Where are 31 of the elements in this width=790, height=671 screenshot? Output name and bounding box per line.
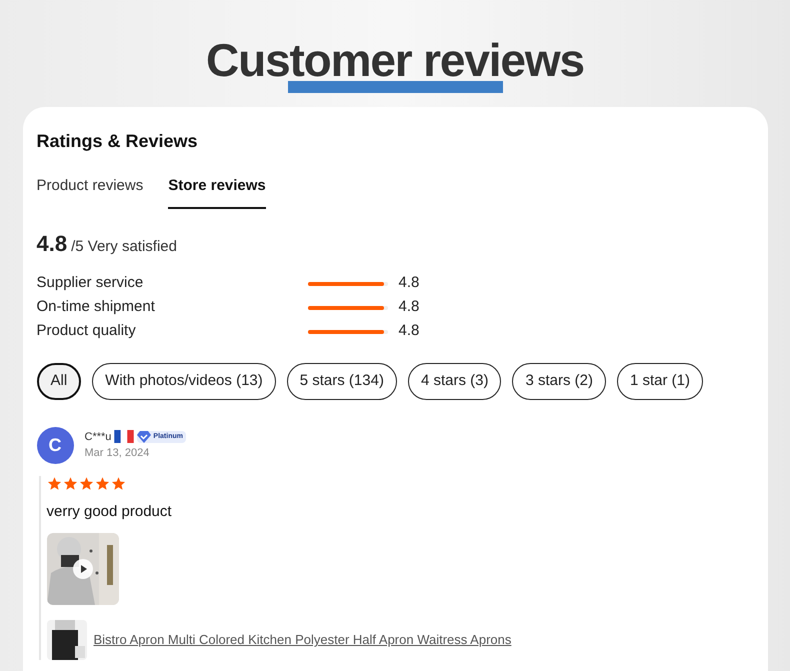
star-icon (62, 476, 78, 490)
page-title: Customer reviews (206, 40, 584, 80)
metric-label: On-time shipment (36, 297, 156, 318)
metric-value: 4.8 (398, 321, 420, 342)
flag-icon (114, 430, 134, 444)
review-date: Mar 13, 2024 (84, 446, 150, 461)
diamond-icon (137, 430, 152, 443)
filter-chip[interactable]: All (36, 362, 82, 400)
filter-chip[interactable]: 4 stars (3) (408, 362, 502, 400)
metric-label: Supplier service (36, 273, 144, 294)
score-label: /5 Very satisfied (71, 236, 177, 256)
tab[interactable]: Product reviews (36, 175, 144, 208)
play-icon[interactable] (72, 559, 92, 579)
star-icon (78, 476, 94, 490)
filter-chip[interactable]: 3 stars (2) (512, 362, 606, 400)
score-value: 4.8 (36, 230, 68, 258)
product-link[interactable]: Bistro Apron Multi Colored Kitchen Polyester Half Apron Waitress Aprons (94, 630, 512, 650)
star-icon (46, 476, 62, 490)
star-icon (94, 476, 110, 490)
filter-chip[interactable]: 5 stars (134) (286, 362, 397, 400)
tab[interactable]: Store reviews (168, 175, 266, 208)
metric-label: Product quality (36, 321, 137, 342)
star-icon (110, 476, 126, 490)
avatar: C (36, 426, 74, 464)
metric-value: 4.8 (398, 297, 420, 318)
metric-value: 4.8 (398, 273, 420, 294)
filter-chip[interactable]: With photos/videos (13) (92, 362, 276, 400)
review-text: verry good product (46, 502, 173, 522)
user-name: C***u (84, 430, 112, 444)
section-title: Ratings & Reviews (36, 130, 199, 153)
filter-chip[interactable]: 1 star (1) (616, 362, 703, 400)
